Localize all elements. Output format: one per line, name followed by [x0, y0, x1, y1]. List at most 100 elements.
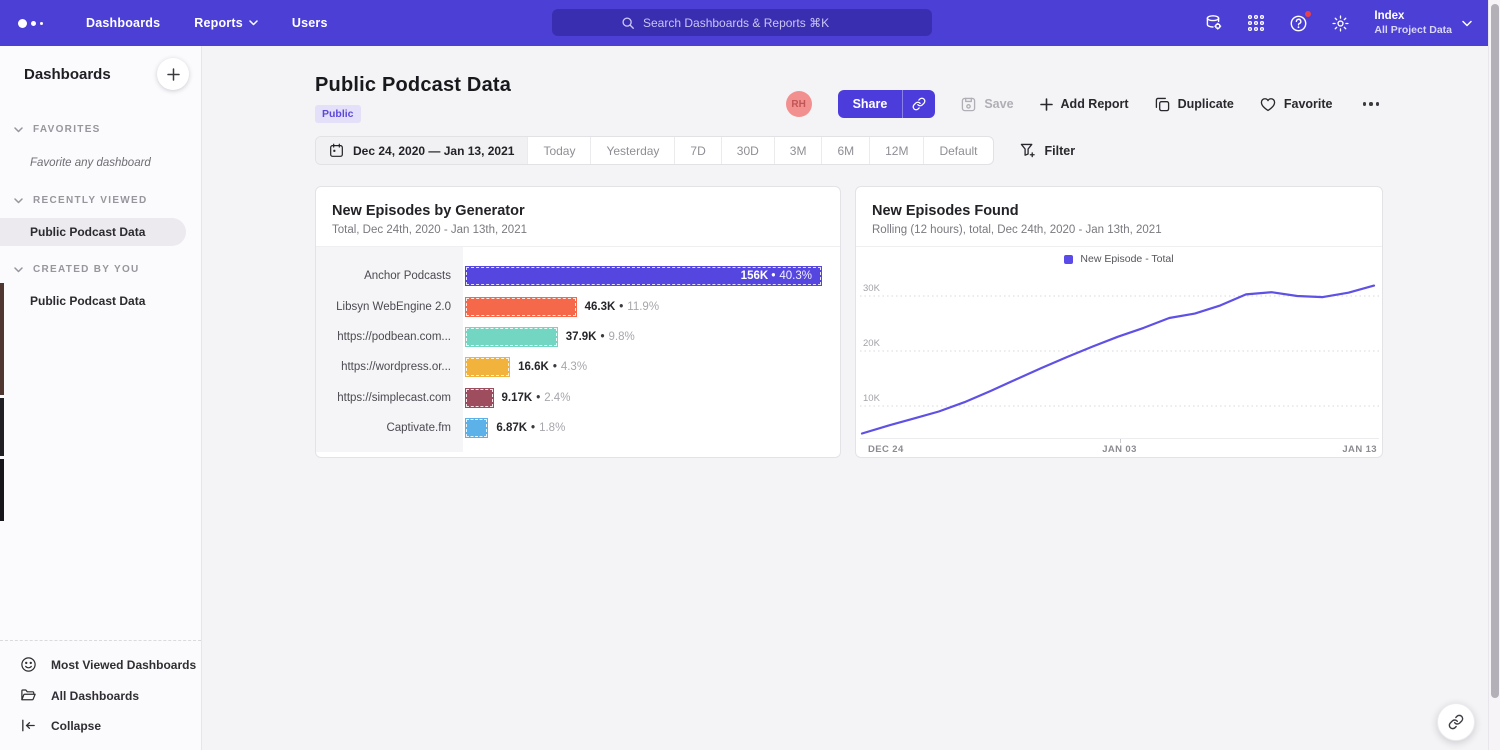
share-link-button[interactable] — [902, 90, 935, 118]
x-label-end: JAN 13 — [1342, 444, 1377, 455]
bar-segment[interactable] — [465, 327, 558, 347]
controls-row: Dec 24, 2020 — Jan 13, 2021 TodayYesterd… — [315, 136, 1075, 165]
x-label-mid: JAN 03 — [1102, 444, 1137, 455]
main-content: Public Podcast Data Public RH Share — [202, 46, 1488, 750]
new-dashboard-button[interactable] — [157, 58, 189, 90]
share-button-label[interactable]: Share — [838, 90, 903, 118]
period-yesterday[interactable]: Yesterday — [590, 137, 674, 164]
share-button[interactable]: Share — [838, 90, 936, 118]
duplicate-icon — [1155, 97, 1170, 112]
line-chart-title: New Episodes Found — [872, 203, 1366, 219]
settings-gear-icon[interactable] — [1330, 13, 1350, 33]
duplicate-label: Duplicate — [1178, 97, 1234, 111]
bar-value-label: 9.17K•2.4% — [502, 392, 571, 404]
date-range-text: Dec 24, 2020 — Jan 13, 2021 — [353, 144, 514, 158]
app-root: Dashboards Reports Users — [0, 0, 1500, 750]
page-title: Public Podcast Data — [315, 74, 511, 97]
bar-category-labels: Anchor PodcastsLibsyn WebEngine 2.0https… — [316, 247, 463, 452]
favorite-button[interactable]: Favorite — [1260, 97, 1333, 112]
y-tick-label: 10K — [863, 393, 881, 404]
created-section-label: CREATED BY YOU — [33, 264, 140, 275]
bar-segment[interactable]: 156K •40.3% — [465, 266, 822, 286]
line-series[interactable] — [862, 286, 1374, 434]
bar-chart-card: New Episodes by Generator Total, Dec 24t… — [315, 186, 841, 458]
bar-rows: 156K •40.3% 46.3K•11.9% 37.9K•9.8% 16.6K•4.… — [463, 247, 840, 452]
nav-users[interactable]: Users — [292, 16, 328, 30]
avatar[interactable]: RH — [786, 91, 812, 117]
data-sources-icon[interactable] — [1204, 13, 1224, 33]
filter-funnel-icon — [1020, 143, 1036, 158]
calendar-icon — [329, 143, 344, 158]
floating-link-button[interactable] — [1437, 703, 1475, 741]
apps-grid-icon[interactable] — [1246, 13, 1266, 33]
primary-nav: Dashboards Reports Users — [86, 16, 328, 30]
chevron-down-icon — [14, 267, 23, 273]
bar-row: 16.6K•4.3% — [465, 352, 840, 382]
sidebar-item-recent-dashboard[interactable]: Public Podcast Data — [0, 218, 186, 246]
smiley-icon — [20, 656, 37, 673]
page-scrollbar[interactable] — [1488, 0, 1500, 750]
line-chart-plot[interactable]: 10K20K30K — [860, 271, 1379, 438]
scrollbar-thumb[interactable] — [1491, 4, 1499, 698]
add-report-button[interactable]: Add Report — [1040, 97, 1129, 111]
duplicate-button[interactable]: Duplicate — [1155, 97, 1234, 112]
chevron-down-icon — [14, 127, 23, 133]
search-input[interactable] — [643, 16, 863, 30]
save-button[interactable]: Save — [961, 97, 1013, 112]
topbar-right: Index All Project Data — [1204, 0, 1472, 46]
sidebar-section-created[interactable]: CREATED BY YOU — [14, 264, 201, 275]
project-selector[interactable]: Index All Project Data — [1374, 9, 1472, 37]
most-viewed-label: Most Viewed Dashboards — [51, 658, 196, 672]
plus-icon — [1040, 98, 1053, 111]
save-icon — [961, 97, 976, 112]
bar-row: 37.9K•9.8% — [465, 322, 840, 352]
most-viewed-dashboards-item[interactable]: Most Viewed Dashboards — [0, 649, 201, 680]
nav-reports[interactable]: Reports — [194, 16, 258, 30]
period-default[interactable]: Default — [923, 137, 992, 164]
background-window-artifact — [0, 459, 4, 521]
x-axis: DEC 24 JAN 03 JAN 13 — [860, 438, 1379, 454]
period-7d[interactable]: 7D — [674, 137, 720, 164]
nav-dashboards-label: Dashboards — [86, 16, 160, 30]
period-6m[interactable]: 6M — [821, 137, 869, 164]
help-icon[interactable] — [1288, 13, 1308, 33]
sidebar-item-created-dashboard[interactable]: Public Podcast Data — [0, 287, 201, 315]
global-search[interactable] — [552, 9, 932, 36]
x-axis-tick — [1120, 439, 1121, 443]
bar-segment[interactable] — [465, 418, 488, 438]
period-12m[interactable]: 12M — [869, 137, 923, 164]
bar-segment[interactable] — [465, 388, 494, 408]
line-chart-subtitle: Rolling (12 hours), total, Dec 24th, 202… — [872, 224, 1366, 236]
date-range-picker[interactable]: Dec 24, 2020 — Jan 13, 2021 — [316, 137, 527, 164]
bar-value-label: 37.9K•9.8% — [566, 331, 635, 343]
sidebar: Dashboards FAVORITES Favorite any dashbo… — [0, 46, 202, 750]
app-logo-icon[interactable] — [18, 19, 58, 28]
project-subtitle: All Project Data — [1374, 24, 1452, 37]
bar-chart-header: New Episodes by Generator Total, Dec 24t… — [316, 187, 840, 247]
filter-button[interactable]: Filter — [1020, 143, 1076, 158]
bar-category-label: Anchor Podcasts — [316, 261, 451, 291]
bar-segment[interactable] — [465, 357, 510, 377]
bar-category-label: https://wordpress.or... — [316, 352, 451, 382]
collapse-sidebar-item[interactable]: Collapse — [0, 711, 201, 740]
more-actions-button[interactable] — [1359, 98, 1384, 110]
nav-dashboards[interactable]: Dashboards — [86, 16, 160, 30]
period-30d[interactable]: 30D — [721, 137, 774, 164]
all-dashboards-item[interactable]: All Dashboards — [0, 680, 201, 711]
x-label-start: DEC 24 — [868, 444, 904, 455]
bar-segment[interactable] — [465, 297, 577, 317]
period-today[interactable]: Today — [527, 137, 590, 164]
project-name: Index — [1374, 9, 1452, 23]
sidebar-section-recent[interactable]: RECENTLY VIEWED — [14, 195, 201, 206]
chart-legend[interactable]: New Episode - Total — [856, 253, 1382, 265]
bar-row: 46.3K•11.9% — [465, 291, 840, 321]
bar-value-label: 156K •40.3% — [741, 266, 812, 286]
period-3m[interactable]: 3M — [774, 137, 822, 164]
link-icon — [912, 97, 926, 111]
sidebar-section-favorites[interactable]: FAVORITES — [14, 124, 201, 135]
bar-chart-body: Anchor PodcastsLibsyn WebEngine 2.0https… — [316, 247, 840, 452]
sidebar-footer: Most Viewed Dashboards All Dashboards Co… — [0, 640, 201, 750]
bar-value-label: 16.6K•4.3% — [518, 361, 587, 373]
bar-row: 6.87K•1.8% — [465, 413, 840, 443]
bar-chart-subtitle: Total, Dec 24th, 2020 - Jan 13th, 2021 — [332, 224, 824, 236]
